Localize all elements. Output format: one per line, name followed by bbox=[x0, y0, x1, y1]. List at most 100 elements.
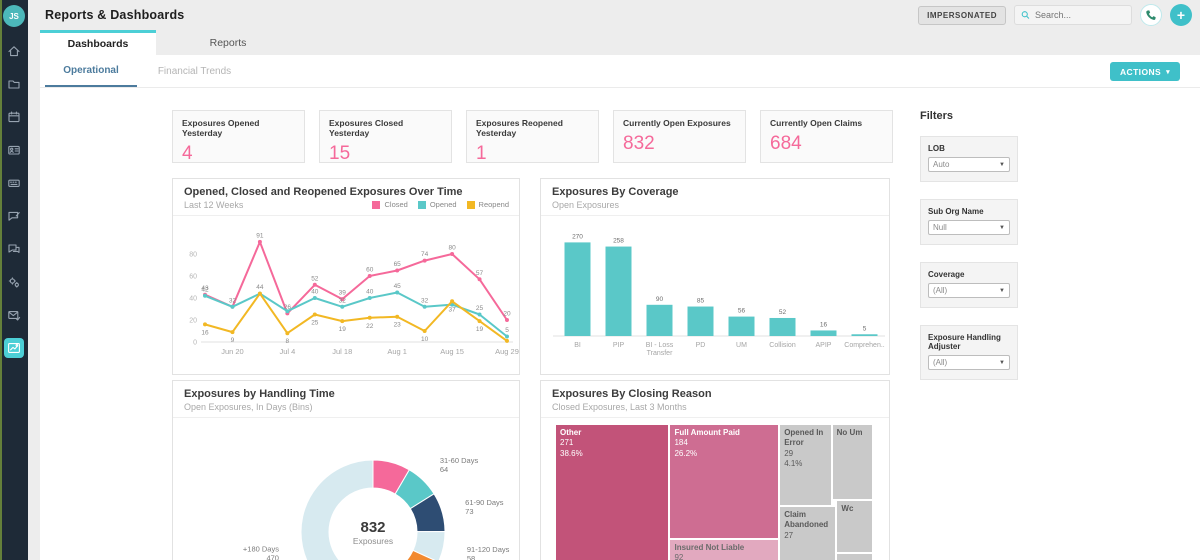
treemap-tile-wc[interactable]: Wc bbox=[836, 500, 873, 554]
svg-text:44: 44 bbox=[256, 284, 264, 291]
svg-text:258: 258 bbox=[613, 238, 624, 245]
kpi-label: Exposures Opened Yesterday bbox=[182, 118, 260, 138]
svg-text:52: 52 bbox=[779, 309, 787, 316]
svg-text:PD: PD bbox=[696, 342, 706, 349]
tile-label: Wc bbox=[841, 504, 854, 514]
legend-swatch bbox=[417, 200, 426, 209]
filter-label: LOB bbox=[928, 144, 945, 153]
filter-dropdown[interactable]: (All) ▼ bbox=[928, 355, 1010, 370]
tile-label: Insured Not Liable bbox=[674, 542, 745, 552]
svg-text:19: 19 bbox=[476, 326, 484, 333]
filter-dropdown[interactable]: Auto ▼ bbox=[928, 157, 1010, 172]
donut-chart[interactable]: 31-60 Days6461-90 Days7391-120 Days58121… bbox=[173, 418, 521, 560]
chevron-down-icon: ▼ bbox=[999, 224, 1005, 231]
kpi-label: Currently Open Claims bbox=[770, 118, 863, 128]
svg-text:Jul 18: Jul 18 bbox=[332, 347, 352, 356]
actions-button[interactable]: ACTIONS ▾ bbox=[1110, 62, 1180, 81]
top-right-controls: IMPERSONATED + bbox=[918, 4, 1200, 26]
svg-text:25: 25 bbox=[311, 320, 319, 327]
sidebar-item-chat[interactable] bbox=[4, 239, 24, 259]
line-chart-card: Opened, Closed and Reopened Exposures Ov… bbox=[172, 178, 520, 375]
filter-dropdown[interactable]: (All) ▼ bbox=[928, 283, 1010, 298]
contact-card-icon bbox=[8, 145, 20, 155]
dashboard-content: Operational Financial Trends ACTIONS ▾ E… bbox=[40, 55, 1200, 560]
svg-text:Transfer: Transfer bbox=[647, 350, 673, 357]
kpi-value: 15 bbox=[329, 143, 351, 164]
donut-chart-card: Exposures by Handling Time Open Exposure… bbox=[172, 380, 520, 560]
filter-dropdown[interactable]: Null ▼ bbox=[928, 220, 1010, 235]
sidebar-item-calendar[interactable] bbox=[4, 107, 24, 127]
sidebar-item-message-edit[interactable] bbox=[4, 206, 24, 226]
svg-text:5: 5 bbox=[863, 325, 867, 332]
tab-dashboards[interactable]: Dashboards bbox=[40, 30, 156, 55]
svg-text:40: 40 bbox=[311, 289, 319, 296]
impersonated-badge[interactable]: IMPERSONATED bbox=[918, 5, 1006, 25]
bar-chart-card: Exposures By Coverage Open Exposures 270… bbox=[540, 178, 890, 375]
line-chart[interactable]: 0 20 40 60 80 Jun 20 Jul 4 Jul 18 Aug 1 Aug 15 Aug… bbox=[173, 216, 521, 368]
treemap-subtitle: Closed Exposures, Last 3 Months bbox=[552, 402, 687, 412]
donut-chart-subtitle: Open Exposures, In Days (Bins) bbox=[184, 402, 313, 412]
filter-value: Null bbox=[933, 223, 947, 232]
sidebar-item-gears[interactable] bbox=[4, 272, 24, 292]
svg-text:32: 32 bbox=[229, 297, 237, 304]
add-button[interactable]: + bbox=[1170, 4, 1192, 26]
legend-swatch bbox=[466, 200, 475, 209]
sidebar-item-reports[interactable] bbox=[4, 338, 24, 358]
kpi-row: Exposures Opened Yesterday 4 Exposures Clo… bbox=[172, 110, 893, 164]
svg-text:Aug 29: Aug 29 bbox=[495, 347, 519, 356]
subtab-operational[interactable]: Operational bbox=[45, 55, 137, 87]
svg-text:60: 60 bbox=[366, 267, 374, 274]
svg-text:32: 32 bbox=[339, 297, 347, 304]
tile-label: No Um bbox=[836, 428, 863, 437]
calendar-icon bbox=[8, 111, 20, 123]
reports-icon bbox=[8, 343, 20, 353]
svg-text:31-60 Days64: 31-60 Days 64 bbox=[440, 456, 479, 474]
bar-chart[interactable]: 270 BI 258 PIP 90 BI - LossTransfer 85 PD 56 UM 52… bbox=[541, 216, 891, 368]
tile-value: 184 bbox=[674, 438, 688, 448]
treemap-tile-insured-not-liable[interactable]: Insured Not Liable9213.1% bbox=[669, 538, 780, 560]
kpi-value: 832 bbox=[623, 133, 655, 154]
svg-text:APIP: APIP bbox=[816, 342, 832, 349]
sidebar-item-home[interactable] bbox=[4, 41, 24, 61]
kpi-label: Exposures Closed Yesterday bbox=[329, 118, 404, 138]
svg-text:23: 23 bbox=[394, 322, 402, 329]
filter-card-coverage: Coverage (All) ▼ bbox=[920, 262, 1018, 308]
tile-value: 92 bbox=[674, 553, 684, 560]
kpi-card-0: Exposures Opened Yesterday 4 bbox=[172, 110, 305, 164]
treemap-tile-no-um[interactable]: No Um bbox=[831, 424, 873, 501]
sidebar-item-keyboard[interactable] bbox=[4, 173, 24, 193]
svg-text:65: 65 bbox=[394, 261, 402, 268]
treemap-chart[interactable]: Other 271 38.6% Full Amount Paid 184 26.2% Ins… bbox=[555, 424, 873, 560]
treemap-tile-claim-abandoned[interactable]: Claim Abandoned 27 bbox=[779, 505, 837, 560]
svg-text:56: 56 bbox=[738, 308, 746, 315]
svg-text:Jul 4: Jul 4 bbox=[279, 347, 295, 356]
home-icon bbox=[8, 46, 20, 57]
tile-pct: 4.1% bbox=[784, 459, 803, 469]
svg-text:52: 52 bbox=[311, 275, 319, 282]
sidebar-item-mail-check[interactable] bbox=[4, 305, 24, 325]
search-input[interactable] bbox=[1035, 10, 1125, 20]
app-sidebar: JS bbox=[0, 0, 28, 560]
svg-text:16: 16 bbox=[201, 329, 209, 336]
treemap-tile-other[interactable]: Other 271 38.6% bbox=[555, 424, 670, 560]
treemap-tile[interactable] bbox=[836, 553, 873, 560]
svg-text:20: 20 bbox=[189, 318, 197, 325]
filter-label: Exposure Handling Adjuster bbox=[928, 333, 1001, 351]
kpi-label: Currently Open Exposures bbox=[623, 118, 731, 128]
phone-button[interactable] bbox=[1140, 4, 1162, 26]
sidebar-item-folder[interactable] bbox=[4, 74, 24, 94]
chevron-down-icon: ▾ bbox=[1166, 68, 1170, 76]
treemap-tile-full-amount-paid[interactable]: Full Amount Paid 184 26.2% bbox=[669, 424, 780, 539]
legend-label: Reopend bbox=[478, 200, 509, 209]
search-box[interactable] bbox=[1014, 5, 1132, 25]
treemap-tile-opened-in-error[interactable]: Opened In Error 29 4.1% bbox=[779, 424, 832, 506]
tab-reports[interactable]: Reports bbox=[156, 30, 300, 55]
subtab-financial-trends[interactable]: Financial Trends bbox=[137, 55, 252, 87]
bar-chart-subtitle: Open Exposures bbox=[552, 200, 620, 210]
sidebar-item-contact-card[interactable] bbox=[4, 140, 24, 160]
chevron-down-icon: ▼ bbox=[999, 359, 1005, 366]
kpi-card-1: Exposures Closed Yesterday 15 bbox=[319, 110, 452, 164]
svg-text:90: 90 bbox=[656, 296, 664, 303]
avatar[interactable]: JS bbox=[3, 5, 25, 27]
svg-text:74: 74 bbox=[421, 251, 429, 258]
